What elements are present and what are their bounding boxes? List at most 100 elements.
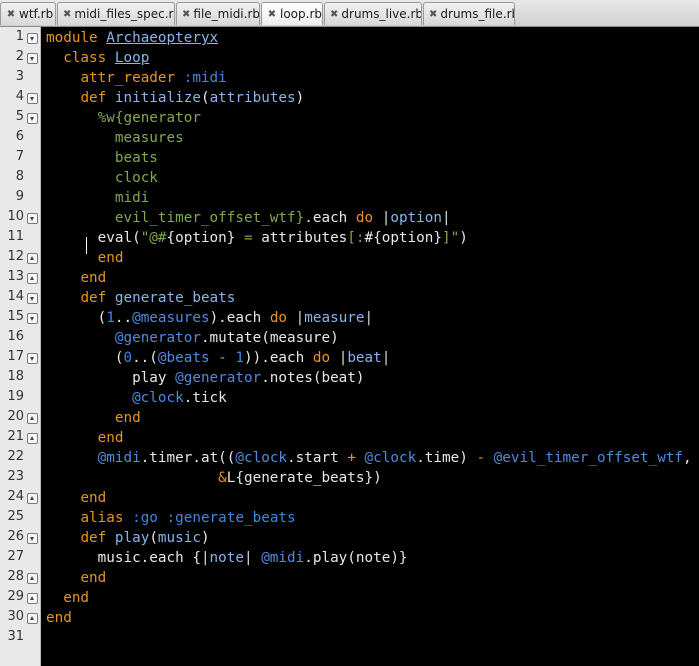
- close-icon[interactable]: ✖: [63, 9, 71, 20]
- fold-end-icon[interactable]: [27, 573, 38, 584]
- line-number-text: 7: [15, 149, 24, 164]
- code-token: (: [200, 90, 210, 106]
- code-line: end: [46, 408, 141, 428]
- code-token: measure: [304, 310, 365, 326]
- code-token: note: [209, 550, 244, 566]
- code-token: L{generate_beats}): [226, 470, 382, 486]
- line-number-text: 26: [7, 529, 24, 544]
- line-number-text: 19: [7, 389, 24, 404]
- code-line: class Loop: [46, 48, 149, 68]
- code-token: generate_beats: [114, 290, 236, 306]
- line-number: 1: [0, 28, 41, 48]
- tab-midi_files_spec-rb[interactable]: ✖ midi_files_spec.rb: [57, 2, 175, 25]
- code-token: :midi: [183, 70, 227, 86]
- code-line: @generator.mutate(measure): [46, 328, 339, 348]
- close-icon[interactable]: ✖: [182, 9, 190, 20]
- tab-bar: ✖ wtf.rb ✖ midi_files_spec.rb ✖ file_midi.rb ✖…: [0, 0, 699, 27]
- code-token: end: [80, 490, 107, 506]
- tab-drums_file-rb[interactable]: ✖ drums_file.rb: [423, 2, 515, 25]
- code-line: end: [46, 588, 89, 608]
- fold-collapse-icon[interactable]: [27, 53, 38, 64]
- tab-label: loop.rb: [280, 7, 322, 21]
- code-line: def generate_beats: [46, 288, 235, 308]
- line-number: 17: [0, 348, 41, 368]
- code-token: |: [295, 310, 305, 326]
- code-token: |: [442, 210, 451, 226]
- line-number-text: 28: [7, 569, 24, 584]
- code-token: end: [97, 250, 124, 266]
- close-icon[interactable]: ✖: [6, 9, 16, 20]
- code-token: attributes: [261, 230, 348, 246]
- close-icon[interactable]: ✖: [429, 9, 437, 20]
- code-token: |: [243, 550, 262, 566]
- fold-end-icon[interactable]: [27, 593, 38, 604]
- tab-file_midi-rb[interactable]: ✖ file_midi.rb: [176, 2, 260, 25]
- tab-wtf-rb[interactable]: ✖ wtf.rb: [0, 2, 56, 25]
- line-number-text: 30: [7, 609, 24, 624]
- code-token: ..: [132, 350, 150, 366]
- line-number: 29: [0, 588, 41, 608]
- code-token: ,: [683, 450, 692, 466]
- code-token: "@#: [140, 230, 167, 246]
- code-line: (1..@measures).each do |measure|: [46, 308, 374, 328]
- code-line: attr_reader :midi: [46, 68, 227, 88]
- code-token: end: [80, 270, 107, 286]
- code-token: &: [218, 470, 227, 486]
- code-line: evil_timer_offset_wtf}.each do |option|: [46, 208, 451, 228]
- close-icon[interactable]: ✖: [267, 9, 277, 20]
- tab-drums_live-rb[interactable]: ✖ drums_live.rb: [324, 2, 422, 25]
- line-number: 3: [0, 68, 41, 88]
- code-token: beats: [114, 150, 158, 166]
- code-token: ): [459, 230, 468, 246]
- fold-end-icon[interactable]: [27, 493, 38, 504]
- line-number: 4: [0, 88, 41, 108]
- fold-collapse-icon[interactable]: [27, 113, 38, 124]
- line-number-text: 4: [15, 89, 24, 104]
- line-number-text: 25: [7, 509, 24, 524]
- fold-collapse-icon[interactable]: [27, 293, 38, 304]
- line-number-text: 13: [7, 269, 24, 284]
- fold-collapse-icon[interactable]: [27, 33, 38, 44]
- close-icon[interactable]: ✖: [330, 9, 338, 20]
- fold-collapse-icon[interactable]: [27, 353, 38, 364]
- fold-end-icon[interactable]: [27, 253, 38, 264]
- code-token: .notes(beat): [261, 370, 365, 386]
- code-editor[interactable]: module Archaeopteryx class Loop attr_rea…: [41, 27, 699, 666]
- fold-collapse-icon[interactable]: [27, 93, 38, 104]
- code-token: @evil_timer_offset_wtf: [493, 450, 684, 466]
- code-token: end: [46, 610, 72, 626]
- fold-end-icon[interactable]: [27, 413, 38, 424]
- line-number: 7: [0, 148, 41, 168]
- code-token: end: [114, 410, 141, 426]
- line-number-text: 11: [7, 229, 24, 244]
- tab-loop-rb[interactable]: ✖ loop.rb: [261, 2, 323, 25]
- code-token: @clock: [132, 390, 184, 406]
- code-token: music: [157, 530, 201, 546]
- code-token: .tick: [183, 390, 227, 406]
- code-token: initialize: [114, 90, 201, 106]
- fold-collapse-icon[interactable]: [27, 213, 38, 224]
- line-number-text: 21: [7, 429, 24, 444]
- code-line: measures: [46, 128, 184, 148]
- code-line: (0..(@beats - 1)).each do |beat|: [46, 348, 391, 368]
- fold-end-icon[interactable]: [27, 613, 38, 624]
- fold-collapse-icon[interactable]: [27, 313, 38, 324]
- fold-collapse-icon[interactable]: [27, 533, 38, 544]
- code-token: @generator: [175, 370, 262, 386]
- code-line: clock: [46, 168, 158, 188]
- fold-end-icon[interactable]: [27, 433, 38, 444]
- fold-end-icon[interactable]: [27, 273, 38, 284]
- line-number: 15: [0, 308, 41, 328]
- code-token: @clock: [364, 450, 417, 466]
- code-token: .mutate(measure): [200, 330, 339, 346]
- code-token: beat: [347, 350, 382, 366]
